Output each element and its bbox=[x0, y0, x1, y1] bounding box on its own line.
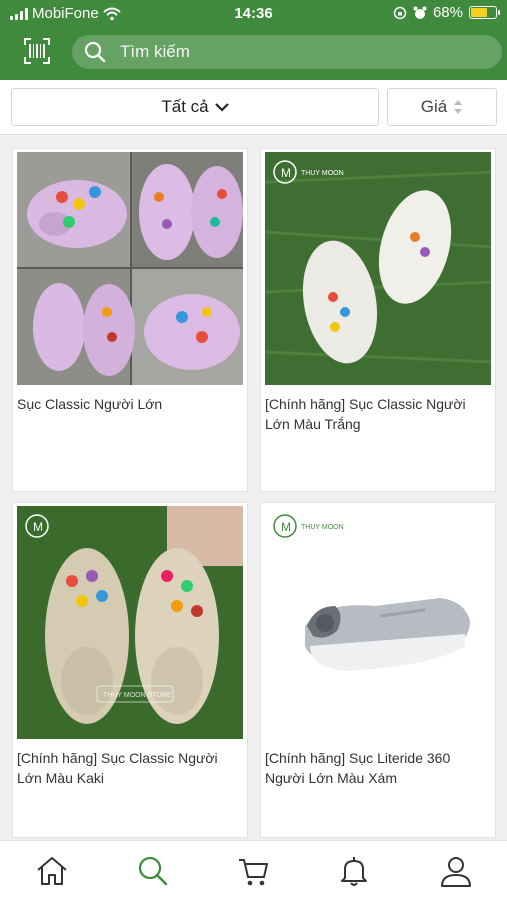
filter-bar: Tất cả Giá bbox=[0, 80, 507, 135]
battery-percent: 68% bbox=[432, 4, 463, 21]
product-title: [Chính hãng] Sục Classic Người Lớn Màu K… bbox=[17, 750, 218, 786]
svg-text:M: M bbox=[281, 520, 291, 534]
user-icon[interactable] bbox=[438, 853, 474, 889]
product-card[interactable]: M THUY MOON [Chính hãng] Sục Literide 36… bbox=[260, 502, 496, 838]
product-card[interactable]: Sục Classic Người Lớn bbox=[12, 148, 248, 492]
product-title: [Chính hãng] Sục Literide 360 Người Lớn … bbox=[265, 750, 451, 786]
product-image bbox=[17, 152, 243, 385]
category-filter-dropdown[interactable]: Tất cả bbox=[11, 88, 379, 126]
product-title: Sục Classic Người Lớn bbox=[17, 396, 163, 412]
top-app-bar: MobiFone 14:36 68% bbox=[0, 0, 507, 80]
bottom-navigation bbox=[0, 840, 507, 900]
search-bar[interactable] bbox=[72, 35, 502, 69]
product-image: M THUY MOON bbox=[265, 506, 491, 739]
product-image: M THUY MOON bbox=[265, 152, 491, 385]
search-icon[interactable] bbox=[135, 853, 171, 889]
svg-text:M: M bbox=[281, 166, 291, 180]
price-sort-label: Giá bbox=[420, 97, 448, 116]
bell-icon[interactable] bbox=[336, 853, 372, 889]
brand-logo-text: THUY MOON bbox=[301, 170, 344, 177]
alarm-icon bbox=[413, 6, 427, 19]
rotation-lock-icon bbox=[393, 6, 407, 19]
chevron-down-icon bbox=[214, 103, 229, 112]
product-image: M THUY MOON STORE bbox=[17, 506, 243, 739]
product-card[interactable]: M THUY MOON STORE [Chính hãng] Sục Class… bbox=[12, 502, 248, 838]
search-input[interactable] bbox=[120, 42, 420, 62]
status-bar: MobiFone 14:36 68% bbox=[0, 0, 507, 27]
brand-logo-text: THUY MOON bbox=[301, 524, 344, 531]
battery-icon bbox=[469, 6, 500, 19]
status-right: 68% bbox=[393, 4, 500, 21]
home-icon[interactable] bbox=[34, 853, 70, 889]
sort-arrows-icon bbox=[454, 100, 463, 114]
watermark-text: THUY MOON STORE bbox=[103, 692, 172, 699]
category-filter-label: Tất cả bbox=[161, 97, 209, 116]
cart-icon[interactable] bbox=[236, 853, 272, 889]
svg-text:M: M bbox=[33, 520, 43, 534]
search-icon bbox=[84, 41, 106, 63]
price-sort-button[interactable]: Giá bbox=[387, 88, 497, 126]
product-card[interactable]: M THUY MOON [Chính hãng] Sục Classic Ngư… bbox=[260, 148, 496, 492]
product-title: [Chính hãng] Sục Classic Người Lớn Màu T… bbox=[265, 396, 466, 432]
barcode-scan-icon[interactable] bbox=[24, 38, 50, 64]
